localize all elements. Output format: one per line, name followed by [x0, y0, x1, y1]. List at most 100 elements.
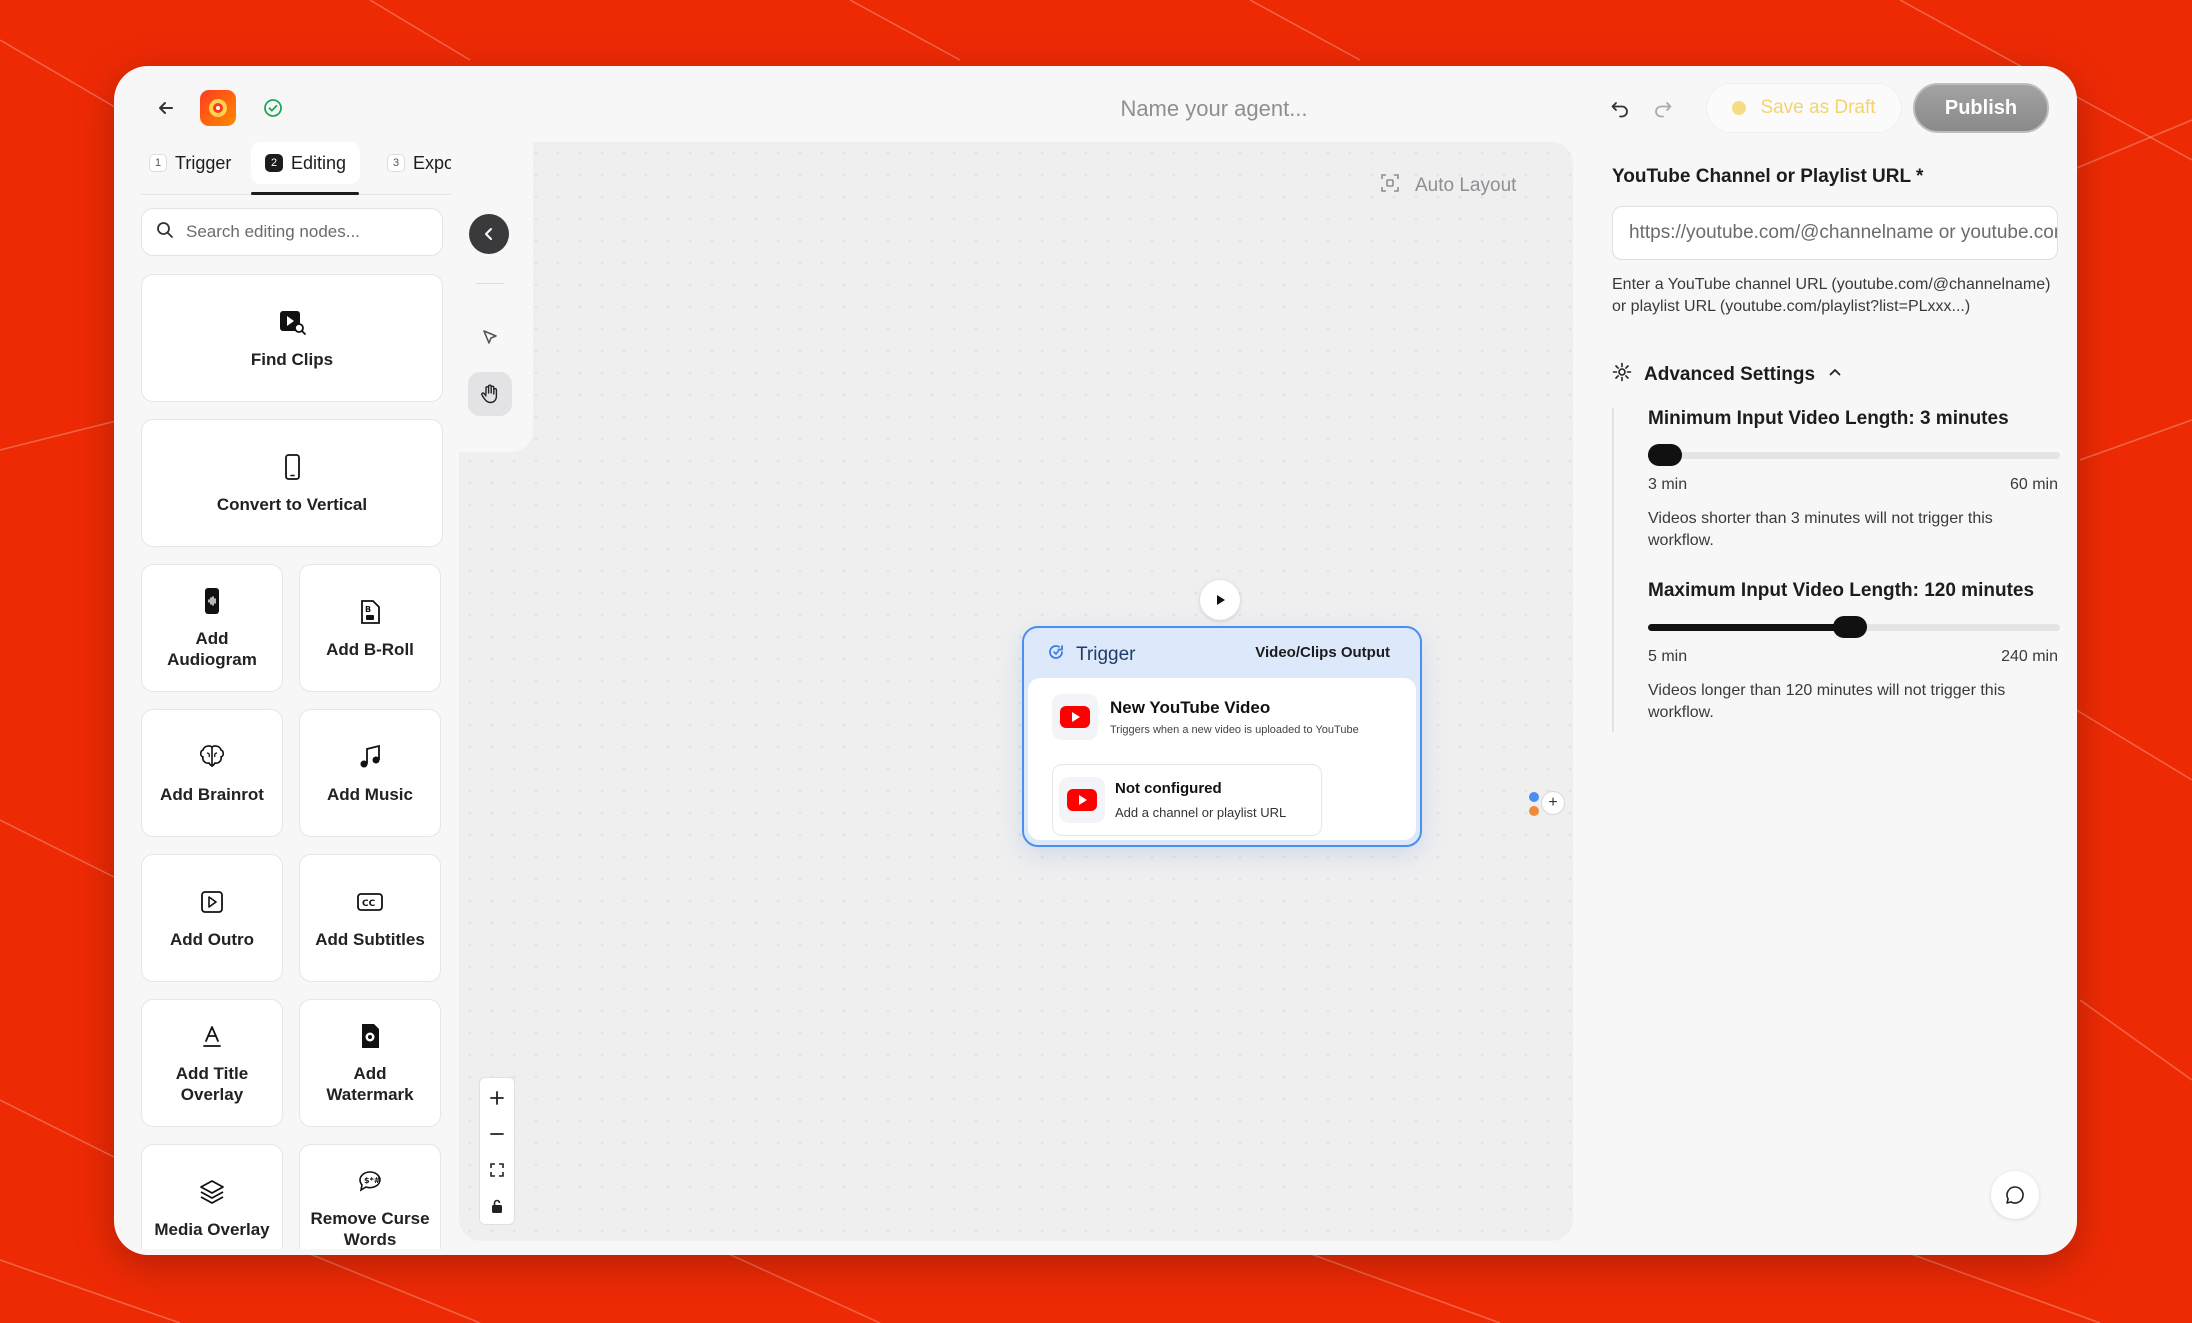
output-port-video[interactable]	[1529, 792, 1539, 802]
agent-name-input[interactable]	[994, 91, 1434, 127]
max-slider-min-label: 5 min	[1648, 648, 1688, 665]
node-label: Add Subtitles	[315, 929, 425, 949]
add-next-node-button[interactable]: +	[1541, 791, 1565, 815]
tab-number: 3	[387, 154, 405, 172]
music-icon	[355, 742, 385, 772]
rail-divider	[476, 283, 504, 284]
tab-trigger[interactable]: 1 Trigger	[149, 142, 231, 184]
advanced-settings-label: Advanced Settings	[1644, 364, 1816, 385]
trigger-event: New YouTube Video Triggers when a new vi…	[1052, 694, 1359, 740]
node-find-clips[interactable]: Find Clips	[141, 274, 443, 402]
advanced-settings-toggle[interactable]: Advanced Settings	[1612, 362, 1843, 388]
step-tabs: 1 Trigger 2 Editing 3 Expor	[141, 142, 451, 184]
node-label: Add B-Roll	[326, 639, 414, 659]
chevron-up-icon	[1827, 364, 1843, 386]
redo-icon[interactable]	[1648, 93, 1678, 123]
zoom-controls	[479, 1077, 515, 1225]
max-slider-max-label: 240 min	[2001, 648, 2058, 665]
save-draft-button[interactable]: Save as Draft	[1706, 83, 1902, 133]
undo-icon[interactable]	[1605, 93, 1635, 123]
node-label: Add Title Overlay	[175, 1064, 249, 1104]
config-status-title: Not configured	[1115, 780, 1222, 797]
node-add-audiogram[interactable]: Add Audiogram	[141, 564, 283, 692]
zoom-out-icon[interactable]	[480, 1116, 514, 1152]
node-label: Add Music	[327, 784, 413, 804]
node-add-title-overlay[interactable]: Add Title Overlay	[141, 999, 283, 1127]
run-workflow-button[interactable]	[1200, 580, 1240, 620]
tab-number: 2	[265, 154, 283, 172]
svg-text:$*#: $*#	[364, 1176, 381, 1185]
lock-icon[interactable]	[480, 1188, 514, 1224]
node-label: Add Brainrot	[160, 784, 264, 804]
node-label: Add Audiogram	[167, 629, 257, 669]
pointer-tool-icon[interactable]	[470, 318, 510, 358]
node-label: Find Clips	[250, 349, 334, 369]
chat-icon	[2006, 1186, 2024, 1204]
brain-icon	[197, 742, 227, 772]
subtitles-icon: CC	[355, 887, 385, 917]
node-add-broll[interactable]: B Add B-Roll	[299, 564, 441, 692]
trigger-event-title: New YouTube Video	[1110, 698, 1271, 717]
node-label: Add Watermark	[326, 1064, 414, 1104]
auto-layout-label: Auto Layout	[1415, 175, 1517, 196]
broll-icon: B	[355, 597, 385, 627]
gear-icon	[1612, 362, 1632, 388]
node-remove-curse-words[interactable]: $*# Remove Curse Words	[299, 1144, 441, 1249]
slider-thumb[interactable]	[1832, 616, 1867, 638]
save-draft-label: Save as Draft	[1760, 97, 1876, 118]
node-add-watermark[interactable]: Add Watermark	[299, 999, 441, 1127]
output-port-clips[interactable]	[1529, 806, 1539, 816]
min-slider-min-label: 3 min	[1648, 476, 1688, 493]
node-output-label: Video/Clips Output	[1255, 644, 1390, 661]
node-add-brainrot[interactable]: Add Brainrot	[141, 709, 283, 837]
tab-export[interactable]: 3 Expor	[387, 142, 451, 184]
node-add-music[interactable]: Add Music	[299, 709, 441, 837]
node-media-overlay[interactable]: Media Overlay	[141, 1144, 283, 1249]
saved-check-icon	[260, 95, 286, 121]
trigger-node[interactable]: Trigger Video/Clips Output New YouTube V…	[1022, 626, 1422, 847]
node-search[interactable]	[141, 208, 443, 256]
advanced-settings-body: Minimum Input Video Length: 3 minutes 3 …	[1612, 408, 2060, 732]
config-status-desc: Add a channel or playlist URL	[1115, 805, 1287, 820]
trigger-config-status[interactable]: Not configured Add a channel or playlist…	[1052, 764, 1322, 836]
watermark-icon	[355, 1021, 385, 1051]
back-arrow-icon[interactable]	[150, 92, 182, 124]
auto-layout-button[interactable]: Auto Layout	[1379, 172, 1516, 200]
publish-button[interactable]: Publish	[1913, 83, 2049, 133]
search-input[interactable]	[186, 222, 426, 242]
auto-layout-icon	[1379, 172, 1401, 200]
collapse-sidebar-button[interactable]	[469, 214, 509, 254]
title-icon	[197, 1021, 227, 1051]
trigger-node-body: New YouTube Video Triggers when a new vi…	[1028, 678, 1416, 840]
node-label: Remove Curse Words	[310, 1209, 430, 1249]
min-length-title: Minimum Input Video Length: 3 minutes	[1648, 408, 2009, 429]
layers-icon	[197, 1177, 227, 1207]
node-label: Convert to Vertical	[216, 494, 368, 514]
draft-status-dot	[1732, 101, 1747, 115]
app-window: Save as Draft Publish 1 Trigger 2 Editin…	[114, 66, 2077, 1255]
min-length-slider[interactable]	[1648, 444, 2060, 466]
hand-tool-icon[interactable]	[468, 372, 512, 416]
fit-view-icon[interactable]	[480, 1152, 514, 1188]
max-length-slider[interactable]	[1648, 616, 2060, 638]
min-slider-max-label: 60 min	[2009, 476, 2058, 493]
min-length-note: Videos shorter than 3 minutes will not t…	[1648, 510, 1993, 549]
search-icon	[156, 221, 174, 244]
zoom-in-icon[interactable]	[480, 1080, 514, 1116]
youtube-icon	[1059, 777, 1105, 823]
chat-button[interactable]	[1991, 1171, 2039, 1219]
tab-editing[interactable]: 2 Editing	[251, 142, 361, 184]
url-help-text: Enter a YouTube channel URL (youtube.com…	[1612, 276, 2051, 315]
youtube-url-input[interactable]	[1612, 206, 2058, 260]
max-length-note: Videos longer than 120 minutes will not …	[1648, 682, 2006, 721]
node-add-subtitles[interactable]: CC Add Subtitles	[299, 854, 441, 982]
node-add-outro[interactable]: Add Outro	[141, 854, 283, 982]
audiogram-icon	[197, 586, 227, 616]
node-library: Find Clips Convert to Vertical Add Audio…	[141, 274, 445, 1249]
trigger-node-label: Trigger	[1076, 644, 1136, 665]
youtube-icon	[1052, 694, 1098, 740]
slider-thumb[interactable]	[1648, 444, 1682, 466]
node-convert-vertical[interactable]: Convert to Vertical	[141, 419, 443, 547]
tab-label: Expor	[413, 152, 451, 173]
app-logo	[200, 90, 236, 126]
